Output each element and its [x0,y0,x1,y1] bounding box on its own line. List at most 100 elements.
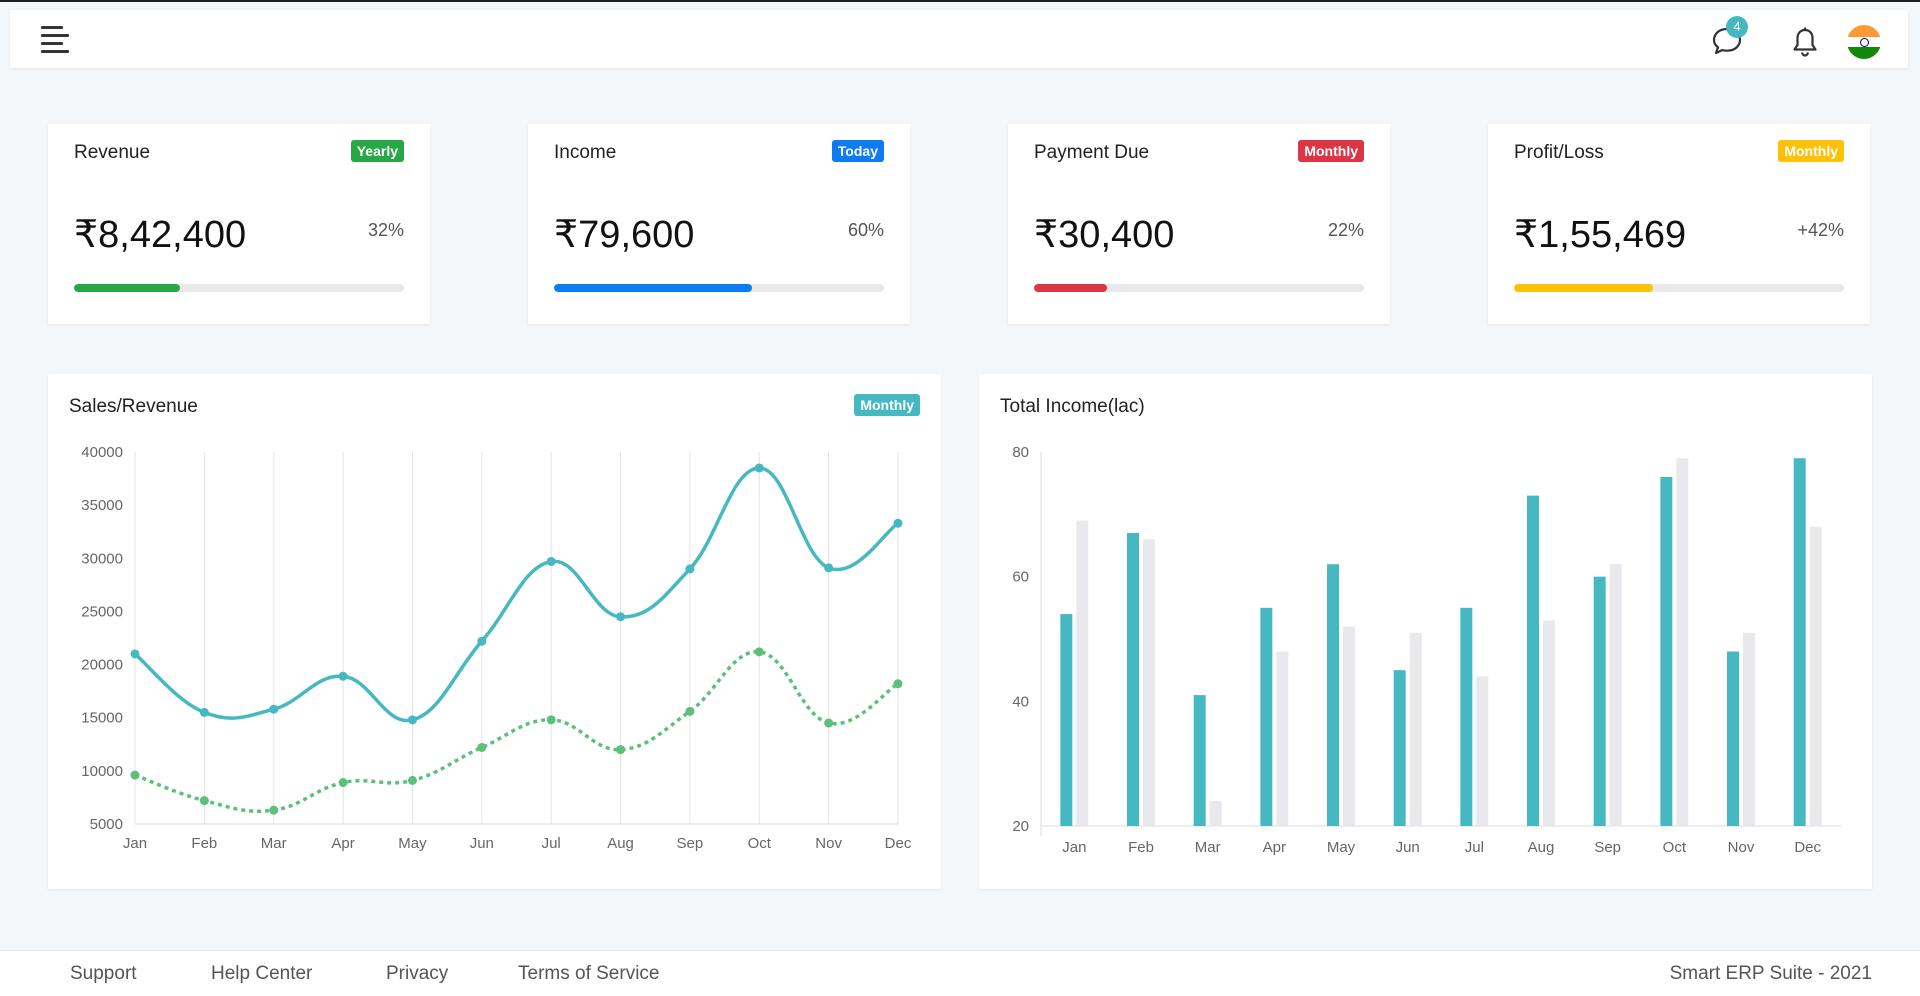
india-flag-icon[interactable] [1847,25,1881,59]
x-tick-label: Jul [542,835,561,852]
bar-series-1 [1327,564,1339,826]
x-tick-label: Feb [1128,839,1154,856]
period-badge: Monthly [1778,140,1844,162]
data-point [199,707,209,717]
bar-series-1 [1660,476,1673,826]
series-line-2 [134,650,899,813]
data-point [754,647,764,657]
y-tick-label: 15000 [81,710,123,727]
chat-count-badge: 4 [1726,16,1748,38]
bar-series-2 [1343,626,1355,826]
y-tick-label: 80 [1012,444,1029,461]
x-tick-label: Mar [261,835,287,852]
payment-due-card: Payment Due Monthly ₹30,400 22% [1008,124,1390,324]
y-tick-label: 40000 [81,444,123,461]
bar-series-1 [1793,458,1806,826]
y-tick-label: 30000 [81,550,123,567]
bar-series-2 [1676,458,1689,826]
bar-series-2 [1476,676,1489,826]
period-badge: Monthly [1298,140,1364,162]
footer-link-privacy[interactable]: Privacy [386,963,448,985]
x-tick-label: Apr [331,835,354,852]
bar-series-1 [1593,576,1606,826]
y-tick-label: 5000 [90,816,123,833]
progress-bar [554,284,884,292]
income-card: Income Today ₹79,600 60% [528,124,910,324]
x-tick-label: Nov [1728,839,1755,856]
bar-series-1 [1060,614,1073,826]
card-percent: 22% [1327,220,1364,240]
hamburger-menu-icon[interactable] [41,26,71,54]
period-badge: Today [831,140,884,162]
data-point [546,556,556,566]
data-point [269,805,279,815]
data-point [477,636,487,646]
x-tick-label: Aug [1528,839,1555,856]
profit-loss-card: Profit/Loss Monthly ₹1,55,469 +42% [1488,124,1870,324]
data-point [685,706,695,716]
data-point [824,718,834,728]
x-tick-label: Oct [1663,839,1687,856]
card-title: Profit/Loss [1514,142,1604,163]
y-tick-label: 20 [1012,818,1029,835]
x-tick-label: May [398,835,427,852]
bar-series-2 [1743,632,1755,826]
y-tick-label: 10000 [81,763,123,780]
y-tick-label: 25000 [81,603,123,620]
footer: Support Help Center Privacy Terms of Ser… [0,950,1920,996]
card-value: ₹1,55,469 [1514,214,1687,256]
x-tick-label: Apr [1263,839,1286,856]
x-tick-label: Jul [1465,839,1484,856]
progress-fill [1514,284,1653,292]
data-point [616,745,626,755]
data-point [824,563,834,573]
data-point [685,564,695,574]
bar-series-1 [1127,533,1139,826]
data-point [407,775,417,785]
card-value: ₹8,42,400 [74,214,247,256]
data-point [338,778,348,788]
card-title: Income [554,142,617,163]
x-tick-label: Jun [470,835,494,852]
bar-series-1 [1727,651,1739,826]
period-badge: Yearly [350,140,404,162]
progress-fill [554,284,752,292]
x-tick-label: Jun [1396,839,1420,856]
bar-series-2 [1609,564,1622,826]
footer-link-support[interactable]: Support [70,963,137,985]
x-tick-label: Dec [885,835,912,852]
revenue-card: Revenue Yearly ₹8,42,400 32% [48,124,430,324]
data-point [893,679,903,689]
x-tick-label: May [1327,839,1356,856]
x-tick-label: Oct [748,835,772,852]
bar-series-2 [1809,526,1822,826]
data-point [893,518,903,528]
card-percent: 60% [847,220,884,240]
data-point [546,715,556,725]
bar-series-2 [1209,801,1222,826]
sales-revenue-card: Sales/Revenue Monthly Jan Feb Mar Apr May Jun… [48,374,941,889]
data-point [616,612,626,622]
bar-series-1 [1527,495,1539,826]
y-tick-label: 60 [1012,569,1029,586]
y-tick-label: 35000 [81,497,123,514]
data-point [130,649,140,659]
data-point [338,671,348,681]
total-income-bar-chart: 20 40 60 80 Jan Feb Mar Apr May Jun Jul Aug Sep Oct No… [1012,444,1841,856]
footer-link-help-center[interactable]: Help Center [211,963,312,985]
data-point [407,715,417,725]
x-tick-label: Feb [191,835,217,852]
card-title: Payment Due [1034,142,1150,163]
progress-fill [74,284,180,292]
x-tick-label: Dec [1794,839,1821,856]
data-point [477,742,487,752]
bell-icon[interactable] [1790,26,1820,58]
bar-series-2 [1543,620,1555,826]
progress-bar [1514,284,1844,292]
card-percent: +42% [1797,220,1844,240]
bar-series-2 [1076,520,1089,826]
footer-link-terms[interactable]: Terms of Service [518,963,659,985]
bar-series-1 [1193,695,1206,826]
copyright-text: Smart ERP Suite - 2021 [1669,963,1872,984]
x-tick-label: Nov [815,835,842,852]
